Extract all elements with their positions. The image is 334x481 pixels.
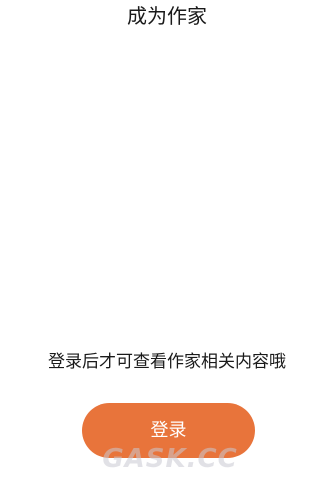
page-title: 成为作家 bbox=[127, 4, 207, 28]
login-hint-text: 登录后才可查看作家相关内容哦 bbox=[48, 352, 286, 372]
login-button[interactable]: 登录 bbox=[82, 403, 255, 458]
